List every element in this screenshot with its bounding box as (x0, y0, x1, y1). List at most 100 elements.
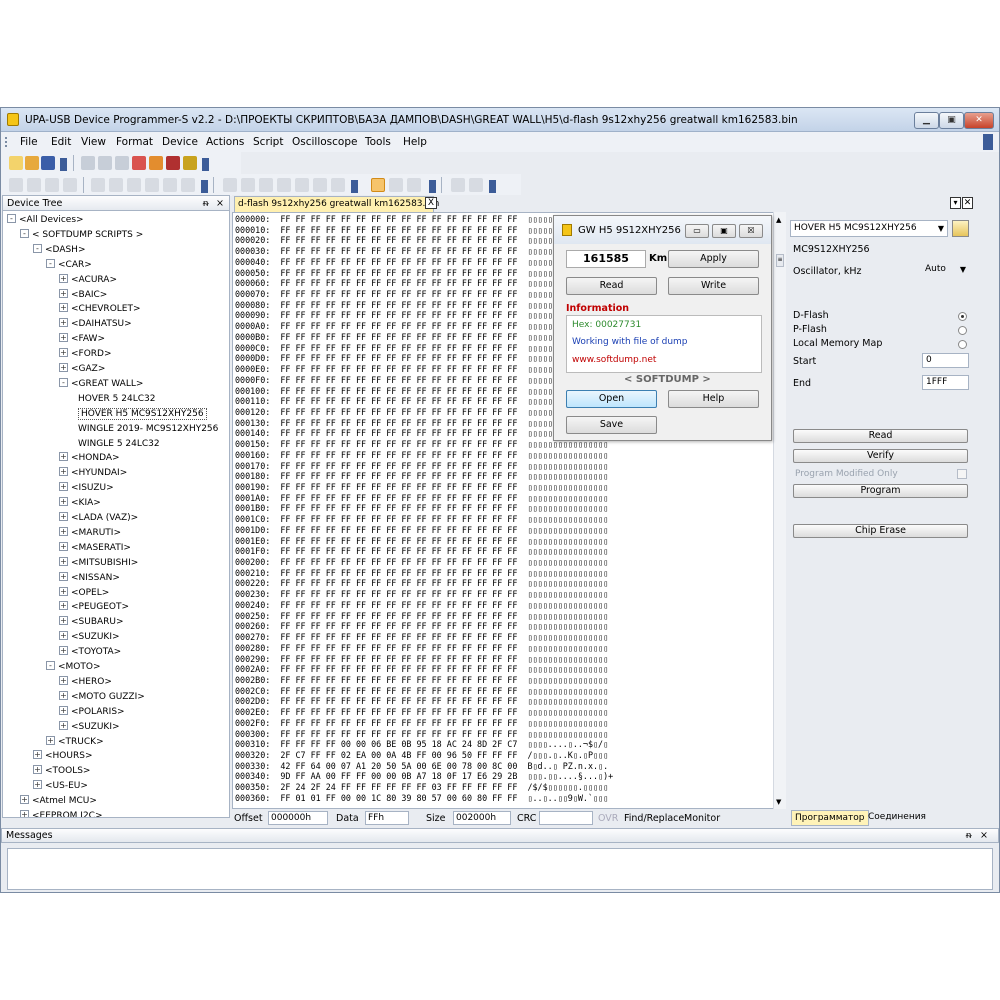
expand-icon[interactable]: + (59, 675, 68, 685)
tree-item[interactable]: + <CHEVROLET> (59, 302, 141, 317)
tree-item[interactable]: + <NISSAN> (59, 571, 120, 586)
write-km-button[interactable]: Write (668, 277, 759, 295)
hex-row[interactable]: 0002A0: FF FF FF FF FF FF FF FF FF FF FF… (235, 664, 608, 675)
read-km-button[interactable]: Read (566, 277, 657, 295)
run-script-icon[interactable] (371, 178, 385, 192)
tree-item[interactable]: + <HONDA> (59, 451, 120, 466)
panel-close-icon[interactable]: ✕ (962, 197, 973, 209)
bug-icon[interactable] (166, 156, 180, 170)
expand-icon[interactable]: + (59, 541, 68, 551)
tab-close-icon[interactable]: X (425, 197, 437, 209)
messages-area[interactable] (7, 848, 993, 890)
tree-item[interactable]: - <DASH> (33, 243, 86, 258)
expand-icon[interactable]: + (59, 288, 68, 298)
cut-icon[interactable] (81, 156, 95, 170)
tree-item[interactable]: + <SUBARU> (59, 615, 124, 630)
tree-item[interactable]: + <GAZ> (59, 362, 105, 377)
expand-icon[interactable]: + (59, 512, 68, 521)
menu-format[interactable]: Format (116, 136, 153, 148)
zoom-in-icon[interactable] (163, 178, 177, 192)
menu-edit[interactable]: Edit (51, 136, 71, 148)
hex-row[interactable]: 000310: FF FF FF FF 00 00 06 BE 0B 95 18… (235, 739, 608, 750)
close-button[interactable]: ✕ (964, 112, 994, 129)
tree-item[interactable]: + <US-EU> (33, 779, 88, 794)
hex-row[interactable]: 000270: FF FF FF FF FF FF FF FF FF FF FF… (235, 632, 608, 643)
tree-item[interactable]: + <MASERATI> (59, 541, 131, 556)
hex-row[interactable]: 0001E0: FF FF FF FF FF FF FF FF FF FF FF… (235, 536, 608, 547)
tree-item[interactable]: + <HERO> (59, 675, 112, 690)
layout-7-icon[interactable] (331, 178, 345, 192)
read-button[interactable]: Read (793, 429, 968, 443)
tree-item[interactable]: HOVER 5 24LC32 (72, 392, 155, 407)
layout-4-icon[interactable] (277, 178, 291, 192)
hex-row[interactable]: 000240: FF FF FF FF FF FF FF FF FF FF FF… (235, 600, 608, 611)
hex-row[interactable]: 0001A0: FF FF FF FF FF FF FF FF FF FF FF… (235, 493, 608, 504)
hex-row[interactable]: 000200: FF FF FF FF FF FF FF FF FF FF FF… (235, 557, 608, 568)
tree-item[interactable]: + <ISUZU> (59, 481, 114, 496)
tree-item[interactable]: + <HYUNDAI> (59, 466, 127, 481)
tree-item[interactable]: + <LADA (VAZ)> (59, 511, 138, 526)
copy-icon[interactable] (98, 156, 112, 170)
tree-item[interactable]: - < SOFTDUMP SCRIPTS > (20, 228, 143, 243)
pflash-radio[interactable] (958, 326, 967, 335)
scroll-thumb[interactable]: ≡ (776, 254, 784, 267)
collapse-icon[interactable]: - (20, 228, 29, 238)
device-info-icon[interactable] (952, 220, 969, 237)
layout-1-icon[interactable] (223, 178, 237, 192)
start-field[interactable]: 0 (922, 353, 969, 368)
expand-icon[interactable]: + (59, 601, 68, 611)
toolbar-dropdown-icon[interactable] (60, 158, 67, 171)
eraser-icon[interactable] (27, 178, 41, 192)
hex-row[interactable]: 000230: FF FF FF FF FF FF FF FF FF FF FF… (235, 589, 608, 600)
hex-row[interactable]: 000180: FF FF FF FF FF FF FF FF FF FF FF… (235, 471, 608, 482)
dialog-minimize-button[interactable]: ▭ (685, 224, 709, 238)
verify-button[interactable]: Verify (793, 449, 968, 463)
prev-icon[interactable] (109, 178, 123, 192)
stop-icon[interactable] (469, 178, 483, 192)
expand-icon[interactable]: + (59, 363, 68, 372)
tree-item[interactable]: + <HOURS> (33, 749, 93, 764)
collapse-icon[interactable]: - (33, 243, 42, 253)
tree-item[interactable]: + <ACURA> (59, 273, 117, 288)
last-icon[interactable] (145, 178, 159, 192)
tree-item[interactable]: - <All Devices> (7, 213, 84, 228)
hex-row[interactable]: 0002C0: FF FF FF FF FF FF FF FF FF FF FF… (235, 686, 608, 697)
layout-2-icon[interactable] (241, 178, 255, 192)
help-button[interactable]: Help (668, 390, 759, 408)
program-button[interactable]: Program (793, 484, 968, 498)
collapse-icon[interactable]: - (46, 661, 55, 670)
tree-item[interactable]: + <MOTO GUZZI> (59, 690, 145, 705)
close-icon[interactable]: × (980, 829, 988, 842)
layout-3-icon[interactable] (259, 178, 273, 192)
tree-item[interactable]: - <CAR> (46, 258, 92, 273)
hex-row[interactable]: 000280: FF FF FF FF FF FF FF FF FF FF FF… (235, 643, 608, 654)
collapse-icon[interactable]: - (59, 377, 68, 387)
hex-row[interactable]: 000260: FF FF FF FF FF FF FF FF FF FF FF… (235, 621, 608, 632)
expand-icon[interactable]: + (46, 735, 55, 745)
expand-icon[interactable]: + (33, 765, 42, 775)
data-field[interactable]: FFh (365, 811, 409, 825)
hex-row[interactable]: 0001D0: FF FF FF FF FF FF FF FF FF FF FF… (235, 525, 608, 536)
tree-item[interactable]: + <DAIHATSU> (59, 317, 132, 332)
hex-row[interactable]: 0002D0: FF FF FF FF FF FF FF FF FF FF FF… (235, 696, 608, 707)
menu-oscilloscope[interactable]: Oscilloscope (292, 136, 357, 148)
scroll-down-icon[interactable]: ▼ (776, 798, 781, 806)
expand-icon[interactable]: + (59, 571, 68, 581)
sigma-icon[interactable] (183, 156, 197, 170)
tools-icon[interactable] (407, 178, 421, 192)
search-icon[interactable] (389, 178, 403, 192)
tree-item[interactable]: + <POLARIS> (59, 705, 125, 720)
expand-icon[interactable]: + (59, 333, 68, 343)
hex-row[interactable]: 0001F0: FF FF FF FF FF FF FF FF FF FF FF… (235, 546, 608, 557)
hex-scrollbar[interactable]: ▲ ≡ ▼ (773, 212, 786, 809)
menu-script[interactable]: Script (253, 136, 283, 148)
hex-row[interactable]: 000320: 2F C7 FF FF 02 EA 00 0A 4B FF 00… (235, 750, 608, 761)
expand-icon[interactable]: + (59, 586, 68, 596)
open-folder-icon[interactable] (25, 156, 39, 170)
hex-row[interactable]: 0001B0: FF FF FF FF FF FF FF FF FF FF FF… (235, 504, 608, 514)
next-icon[interactable] (127, 178, 141, 192)
hex-row[interactable]: 000170: FF FF FF FF FF FF FF FF FF FF FF… (235, 461, 608, 472)
hex-row[interactable]: 000190: FF FF FF FF FF FF FF FF FF FF FF… (235, 482, 608, 493)
toolbar-dropdown-icon[interactable] (201, 180, 208, 193)
expand-icon[interactable]: + (59, 273, 68, 283)
